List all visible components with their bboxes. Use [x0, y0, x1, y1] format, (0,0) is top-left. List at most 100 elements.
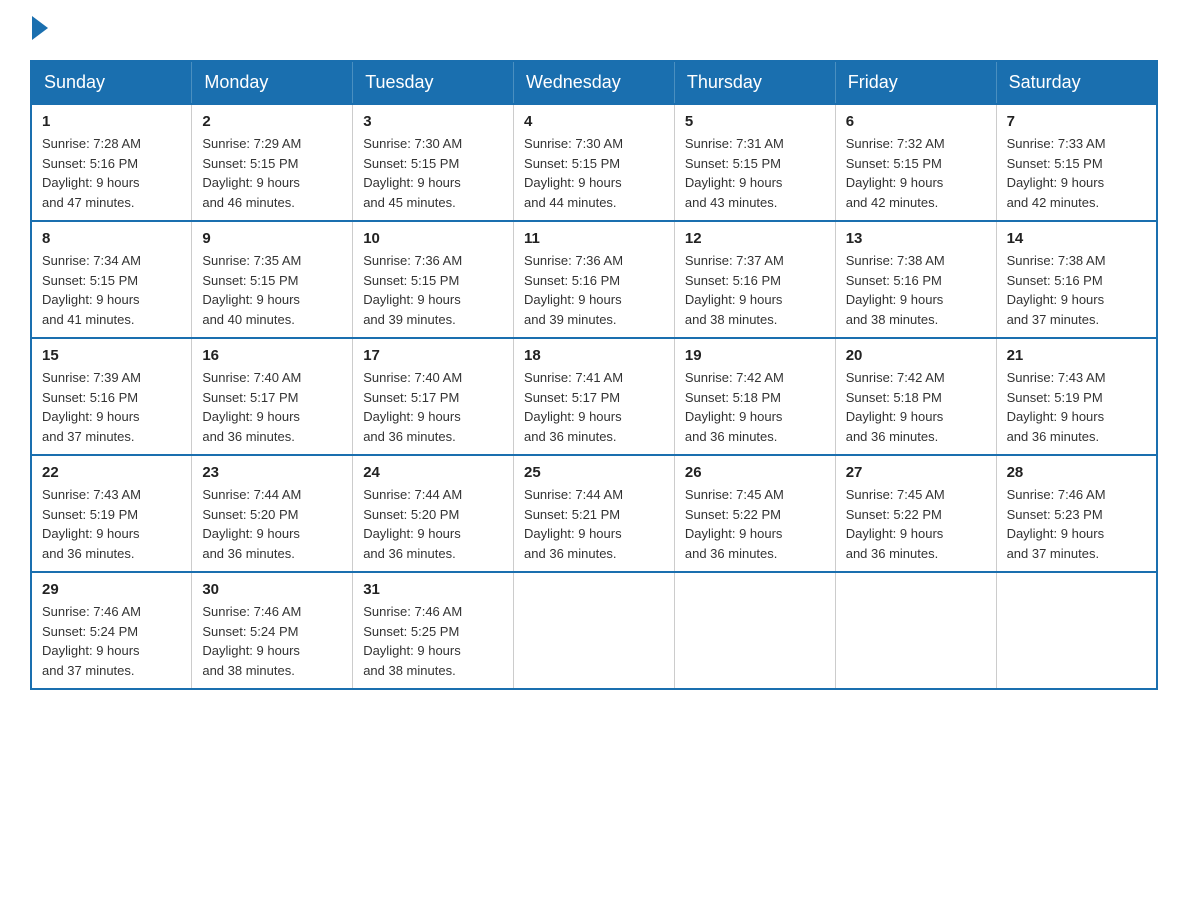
day-info: Sunrise: 7:45 AM Sunset: 5:22 PM Dayligh… — [846, 485, 986, 563]
day-info: Sunrise: 7:30 AM Sunset: 5:15 PM Dayligh… — [524, 134, 664, 212]
day-number: 1 — [42, 113, 181, 130]
day-number: 24 — [363, 464, 503, 481]
day-number: 28 — [1007, 464, 1146, 481]
calendar-table: Sunday Monday Tuesday Wednesday Thursday… — [30, 60, 1158, 690]
calendar-cell: 16 Sunrise: 7:40 AM Sunset: 5:17 PM Dayl… — [192, 338, 353, 455]
day-info: Sunrise: 7:45 AM Sunset: 5:22 PM Dayligh… — [685, 485, 825, 563]
day-number: 4 — [524, 113, 664, 130]
day-info: Sunrise: 7:46 AM Sunset: 5:24 PM Dayligh… — [202, 602, 342, 680]
day-info: Sunrise: 7:32 AM Sunset: 5:15 PM Dayligh… — [846, 134, 986, 212]
calendar-cell: 23 Sunrise: 7:44 AM Sunset: 5:20 PM Dayl… — [192, 455, 353, 572]
day-number: 30 — [202, 581, 342, 598]
calendar-cell: 10 Sunrise: 7:36 AM Sunset: 5:15 PM Dayl… — [353, 221, 514, 338]
day-info: Sunrise: 7:44 AM Sunset: 5:20 PM Dayligh… — [363, 485, 503, 563]
day-number: 17 — [363, 347, 503, 364]
calendar-cell: 12 Sunrise: 7:37 AM Sunset: 5:16 PM Dayl… — [674, 221, 835, 338]
day-number: 13 — [846, 230, 986, 247]
calendar-cell: 8 Sunrise: 7:34 AM Sunset: 5:15 PM Dayli… — [31, 221, 192, 338]
day-info: Sunrise: 7:38 AM Sunset: 5:16 PM Dayligh… — [846, 251, 986, 329]
calendar-body: 1 Sunrise: 7:28 AM Sunset: 5:16 PM Dayli… — [31, 104, 1157, 689]
day-number: 7 — [1007, 113, 1146, 130]
day-info: Sunrise: 7:43 AM Sunset: 5:19 PM Dayligh… — [42, 485, 181, 563]
day-info: Sunrise: 7:42 AM Sunset: 5:18 PM Dayligh… — [846, 368, 986, 446]
day-number: 18 — [524, 347, 664, 364]
day-number: 19 — [685, 347, 825, 364]
day-info: Sunrise: 7:38 AM Sunset: 5:16 PM Dayligh… — [1007, 251, 1146, 329]
weekday-header-row: Sunday Monday Tuesday Wednesday Thursday… — [31, 61, 1157, 104]
day-number: 6 — [846, 113, 986, 130]
calendar-cell: 14 Sunrise: 7:38 AM Sunset: 5:16 PM Dayl… — [996, 221, 1157, 338]
day-info: Sunrise: 7:37 AM Sunset: 5:16 PM Dayligh… — [685, 251, 825, 329]
calendar-cell: 9 Sunrise: 7:35 AM Sunset: 5:15 PM Dayli… — [192, 221, 353, 338]
calendar-week-row: 29 Sunrise: 7:46 AM Sunset: 5:24 PM Dayl… — [31, 572, 1157, 689]
day-info: Sunrise: 7:31 AM Sunset: 5:15 PM Dayligh… — [685, 134, 825, 212]
day-number: 12 — [685, 230, 825, 247]
calendar-cell: 31 Sunrise: 7:46 AM Sunset: 5:25 PM Dayl… — [353, 572, 514, 689]
day-info: Sunrise: 7:39 AM Sunset: 5:16 PM Dayligh… — [42, 368, 181, 446]
day-number: 23 — [202, 464, 342, 481]
day-number: 16 — [202, 347, 342, 364]
calendar-cell: 25 Sunrise: 7:44 AM Sunset: 5:21 PM Dayl… — [514, 455, 675, 572]
calendar-week-row: 8 Sunrise: 7:34 AM Sunset: 5:15 PM Dayli… — [31, 221, 1157, 338]
day-number: 22 — [42, 464, 181, 481]
calendar-week-row: 22 Sunrise: 7:43 AM Sunset: 5:19 PM Dayl… — [31, 455, 1157, 572]
header-tuesday: Tuesday — [353, 61, 514, 104]
day-info: Sunrise: 7:30 AM Sunset: 5:15 PM Dayligh… — [363, 134, 503, 212]
day-number: 9 — [202, 230, 342, 247]
calendar-cell: 28 Sunrise: 7:46 AM Sunset: 5:23 PM Dayl… — [996, 455, 1157, 572]
day-info: Sunrise: 7:42 AM Sunset: 5:18 PM Dayligh… — [685, 368, 825, 446]
day-number: 15 — [42, 347, 181, 364]
day-number: 21 — [1007, 347, 1146, 364]
calendar-cell: 30 Sunrise: 7:46 AM Sunset: 5:24 PM Dayl… — [192, 572, 353, 689]
calendar-cell: 24 Sunrise: 7:44 AM Sunset: 5:20 PM Dayl… — [353, 455, 514, 572]
day-info: Sunrise: 7:46 AM Sunset: 5:25 PM Dayligh… — [363, 602, 503, 680]
header-sunday: Sunday — [31, 61, 192, 104]
day-info: Sunrise: 7:46 AM Sunset: 5:24 PM Dayligh… — [42, 602, 181, 680]
header-monday: Monday — [192, 61, 353, 104]
calendar-cell: 11 Sunrise: 7:36 AM Sunset: 5:16 PM Dayl… — [514, 221, 675, 338]
calendar-cell: 15 Sunrise: 7:39 AM Sunset: 5:16 PM Dayl… — [31, 338, 192, 455]
calendar-week-row: 1 Sunrise: 7:28 AM Sunset: 5:16 PM Dayli… — [31, 104, 1157, 221]
day-number: 8 — [42, 230, 181, 247]
calendar-cell: 7 Sunrise: 7:33 AM Sunset: 5:15 PM Dayli… — [996, 104, 1157, 221]
day-number: 29 — [42, 581, 181, 598]
calendar-cell: 1 Sunrise: 7:28 AM Sunset: 5:16 PM Dayli… — [31, 104, 192, 221]
calendar-cell: 5 Sunrise: 7:31 AM Sunset: 5:15 PM Dayli… — [674, 104, 835, 221]
header-friday: Friday — [835, 61, 996, 104]
header-wednesday: Wednesday — [514, 61, 675, 104]
day-info: Sunrise: 7:44 AM Sunset: 5:21 PM Dayligh… — [524, 485, 664, 563]
calendar-cell: 13 Sunrise: 7:38 AM Sunset: 5:16 PM Dayl… — [835, 221, 996, 338]
day-number: 2 — [202, 113, 342, 130]
day-info: Sunrise: 7:29 AM Sunset: 5:15 PM Dayligh… — [202, 134, 342, 212]
calendar-cell — [674, 572, 835, 689]
day-info: Sunrise: 7:34 AM Sunset: 5:15 PM Dayligh… — [42, 251, 181, 329]
calendar-cell — [996, 572, 1157, 689]
day-info: Sunrise: 7:46 AM Sunset: 5:23 PM Dayligh… — [1007, 485, 1146, 563]
calendar-cell: 27 Sunrise: 7:45 AM Sunset: 5:22 PM Dayl… — [835, 455, 996, 572]
day-number: 25 — [524, 464, 664, 481]
day-number: 31 — [363, 581, 503, 598]
calendar-cell: 18 Sunrise: 7:41 AM Sunset: 5:17 PM Dayl… — [514, 338, 675, 455]
page-header — [30, 20, 1158, 40]
calendar-header: Sunday Monday Tuesday Wednesday Thursday… — [31, 61, 1157, 104]
calendar-cell — [514, 572, 675, 689]
day-info: Sunrise: 7:36 AM Sunset: 5:16 PM Dayligh… — [524, 251, 664, 329]
calendar-cell: 21 Sunrise: 7:43 AM Sunset: 5:19 PM Dayl… — [996, 338, 1157, 455]
day-number: 11 — [524, 230, 664, 247]
calendar-cell: 20 Sunrise: 7:42 AM Sunset: 5:18 PM Dayl… — [835, 338, 996, 455]
calendar-cell: 2 Sunrise: 7:29 AM Sunset: 5:15 PM Dayli… — [192, 104, 353, 221]
day-number: 27 — [846, 464, 986, 481]
day-number: 5 — [685, 113, 825, 130]
header-thursday: Thursday — [674, 61, 835, 104]
day-info: Sunrise: 7:40 AM Sunset: 5:17 PM Dayligh… — [363, 368, 503, 446]
day-info: Sunrise: 7:43 AM Sunset: 5:19 PM Dayligh… — [1007, 368, 1146, 446]
calendar-cell: 26 Sunrise: 7:45 AM Sunset: 5:22 PM Dayl… — [674, 455, 835, 572]
calendar-cell: 22 Sunrise: 7:43 AM Sunset: 5:19 PM Dayl… — [31, 455, 192, 572]
day-info: Sunrise: 7:44 AM Sunset: 5:20 PM Dayligh… — [202, 485, 342, 563]
calendar-cell: 19 Sunrise: 7:42 AM Sunset: 5:18 PM Dayl… — [674, 338, 835, 455]
day-number: 3 — [363, 113, 503, 130]
calendar-week-row: 15 Sunrise: 7:39 AM Sunset: 5:16 PM Dayl… — [31, 338, 1157, 455]
day-info: Sunrise: 7:28 AM Sunset: 5:16 PM Dayligh… — [42, 134, 181, 212]
day-number: 20 — [846, 347, 986, 364]
logo — [30, 20, 48, 40]
